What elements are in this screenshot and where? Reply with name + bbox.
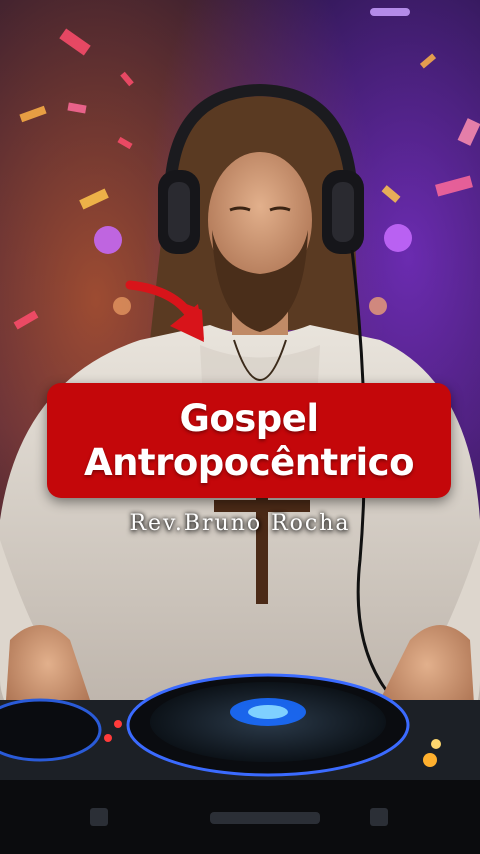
dj-turntable	[0, 673, 480, 854]
title-line-1: Gospel	[179, 396, 319, 440]
title-line-2: Antropocêntrico	[83, 440, 415, 484]
title-banner: Gospel Antropocêntrico	[47, 383, 451, 498]
video-frame: Gospel Antropocêntrico Rev.Bruno Rocha	[0, 0, 480, 854]
author-byline: Rev.Bruno Rocha	[129, 511, 351, 536]
